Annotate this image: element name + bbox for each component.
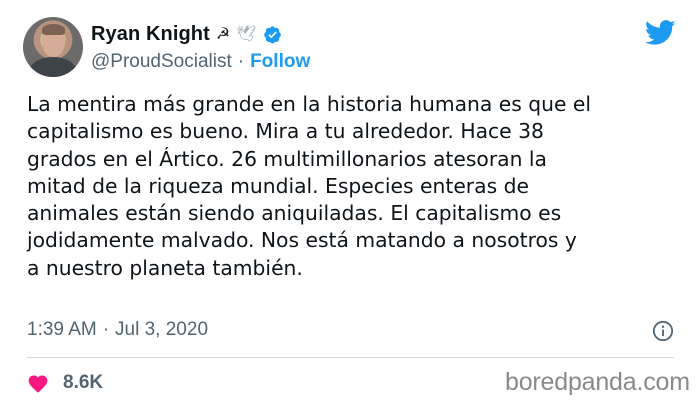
avatar-shirt xyxy=(29,57,77,77)
like-action[interactable]: 8.6K xyxy=(27,370,103,396)
source-watermark: boredpanda.com xyxy=(505,368,690,396)
tweet-card: Ryan Knight ☭ 🕊 @ProudSocialist · Follow… xyxy=(0,0,700,409)
tweet-time[interactable]: 1:39 AM xyxy=(27,319,97,341)
like-count: 8.6K xyxy=(63,372,104,393)
info-icon[interactable] xyxy=(652,320,674,342)
dove-emoji: 🕊 xyxy=(236,24,257,43)
avatar-hair xyxy=(42,24,65,35)
verified-badge-icon xyxy=(263,25,281,43)
tweet-text: La mentira más grande en la historia hum… xyxy=(27,92,591,280)
heart-icon[interactable] xyxy=(27,373,49,393)
twitter-bird-icon[interactable] xyxy=(645,20,676,46)
handle-separator: · xyxy=(237,51,245,72)
divider xyxy=(27,357,674,358)
user-handle[interactable]: @ProudSocialist xyxy=(91,51,232,73)
hammer-sickle-emoji: ☭ xyxy=(215,24,231,43)
handle-row: @ProudSocialist · Follow xyxy=(91,50,310,74)
display-name[interactable]: Ryan Knight xyxy=(91,23,210,46)
user-name-row: Ryan Knight ☭ 🕊 xyxy=(91,19,282,49)
follow-button[interactable]: Follow xyxy=(250,51,310,73)
tweet-meta: 1:39 AM · Jul 3, 2020 xyxy=(27,318,208,342)
avatar[interactable] xyxy=(23,17,83,77)
tweet-date[interactable]: Jul 3, 2020 xyxy=(115,319,208,341)
meta-separator: · xyxy=(102,319,110,340)
